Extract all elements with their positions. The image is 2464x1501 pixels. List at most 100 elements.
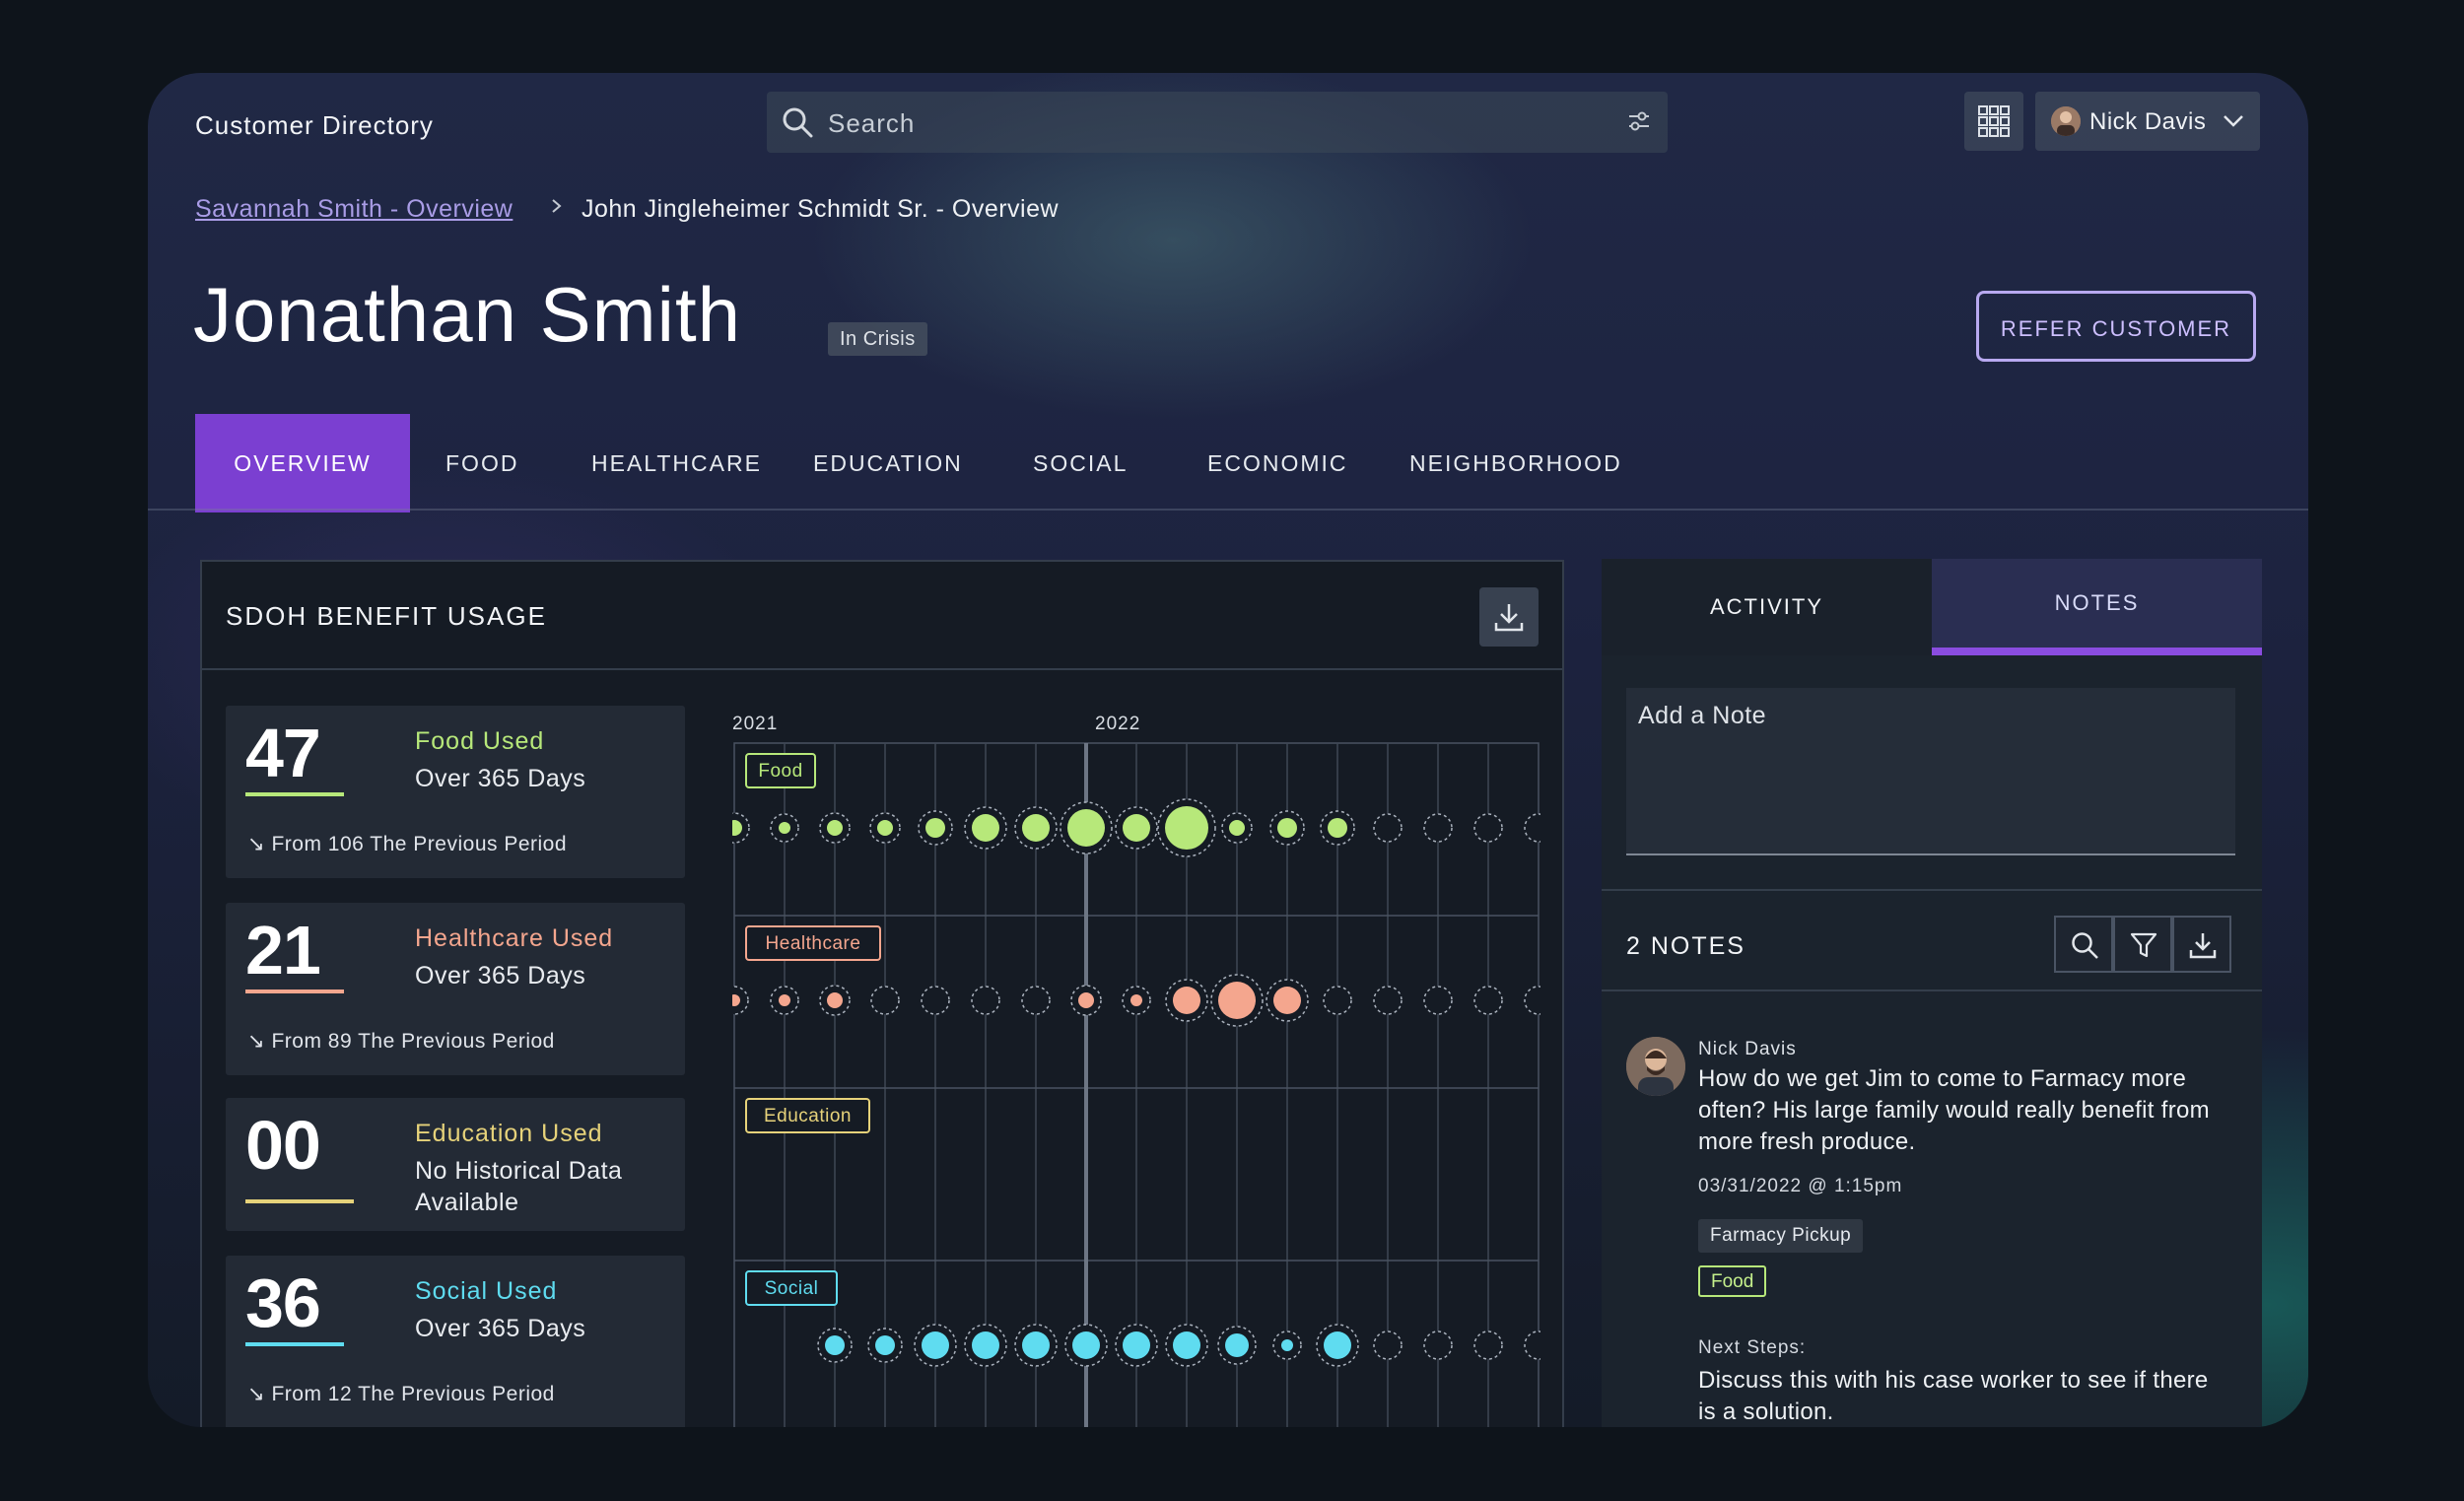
note-timestamp: 03/31/2022 @ 1:15pm xyxy=(1698,1176,1903,1196)
search-notes-button[interactable] xyxy=(2054,916,2113,973)
data-point-ring xyxy=(1524,986,1553,1015)
data-point xyxy=(1277,818,1297,838)
breadcrumb-link[interactable]: Savannah Smith - Overview xyxy=(195,195,513,224)
data-point xyxy=(1072,1331,1100,1359)
filter-sliders-icon[interactable] xyxy=(1626,108,1652,139)
stat-underline xyxy=(245,792,344,796)
download-notes-button[interactable] xyxy=(2172,916,2231,973)
stat-comparison: ↘ From 12 The Previous Period xyxy=(247,1383,555,1405)
filter-funnel-icon xyxy=(2130,932,2157,958)
user-name: Nick Davis xyxy=(2089,108,2207,135)
stat-period: Over 365 Days xyxy=(415,1315,586,1342)
app-title: Customer Directory xyxy=(195,110,434,140)
data-point xyxy=(1130,994,1142,1006)
stat-card-food: 47 Food Used Over 365 Days ↘ From 106 Th… xyxy=(226,706,685,878)
tab-healthcare[interactable]: HEALTHCARE xyxy=(591,414,762,512)
stat-value: 00 xyxy=(245,1107,321,1184)
stat-card-healthcare: 21 Healthcare Used Over 365 Days ↘ From … xyxy=(226,903,685,1075)
stat-label: Social Used xyxy=(415,1277,558,1305)
data-point xyxy=(1078,992,1094,1008)
download-button[interactable] xyxy=(1479,587,1539,647)
data-point xyxy=(972,814,999,842)
data-point-ring xyxy=(1373,1330,1403,1360)
stat-underline xyxy=(245,1199,354,1203)
search-bar[interactable]: Search xyxy=(767,92,1668,153)
download-icon xyxy=(2189,933,2217,959)
breadcrumb-current: John Jingleheimer Schmidt Sr. - Overview xyxy=(582,195,1060,223)
stat-card-education: 00 Education Used No Historical Data Ava… xyxy=(226,1098,685,1231)
stat-underline xyxy=(245,1342,344,1346)
tab-economic[interactable]: ECONOMIC xyxy=(1207,414,1348,512)
data-point xyxy=(1022,814,1050,842)
user-menu-button[interactable]: Nick Davis xyxy=(2035,92,2260,151)
stat-period: No Historical Data Available xyxy=(415,1157,623,1216)
tab-activity[interactable]: ACTIVITY xyxy=(1602,559,1932,655)
notes-count: 2 NOTES xyxy=(1626,932,1745,960)
next-steps-text: Discuss this with his case worker to see… xyxy=(1698,1367,2209,1425)
stat-card-social: 36 Social Used Over 365 Days ↘ From 12 T… xyxy=(226,1256,685,1427)
stat-value: 36 xyxy=(245,1264,321,1341)
data-point-ring xyxy=(1473,986,1503,1015)
data-point-ring xyxy=(1524,1330,1553,1360)
data-point-ring xyxy=(971,986,1000,1015)
apps-grid-icon xyxy=(1978,105,2010,137)
next-steps-label: Next Steps: xyxy=(1698,1337,1807,1358)
x-tick-label: 2022 xyxy=(1095,714,1140,734)
series-label: Healthcare xyxy=(766,933,861,954)
tab-neighborhood[interactable]: NEIGHBORHOOD xyxy=(1409,414,1622,512)
panel-header: SDOH BENEFIT USAGE xyxy=(202,562,1562,670)
data-point-ring xyxy=(1524,813,1553,843)
user-avatar xyxy=(2051,106,2081,136)
tab-food[interactable]: FOOD xyxy=(445,414,518,512)
data-point xyxy=(1218,982,1256,1019)
data-point xyxy=(779,994,790,1006)
data-point xyxy=(1123,814,1150,842)
series-label: Food xyxy=(758,761,802,782)
series-label: Social xyxy=(765,1278,819,1299)
app-window: Customer Directory Search Nick Davis Sav… xyxy=(148,73,2308,1427)
refer-customer-button[interactable]: REFER CUSTOMER xyxy=(1976,291,2256,362)
data-point-ring xyxy=(870,986,900,1015)
data-point-ring xyxy=(1373,813,1403,843)
data-point xyxy=(1281,1339,1293,1351)
data-point xyxy=(875,1335,895,1355)
data-point xyxy=(827,992,843,1008)
benefit-usage-chart: 2021 2022 Food Healthcare Education Social xyxy=(719,694,1553,1427)
note-tag-food[interactable]: Food xyxy=(1698,1265,1767,1297)
data-point-ring xyxy=(1423,1330,1453,1360)
data-point xyxy=(1173,987,1200,1014)
arrow-down-right-icon: ↘ xyxy=(247,1030,266,1053)
data-point xyxy=(972,1331,999,1359)
add-note-field[interactable]: Add a Note xyxy=(1626,688,2235,855)
data-point xyxy=(1229,820,1245,836)
tab-divider xyxy=(148,509,2308,511)
data-point xyxy=(922,1331,949,1359)
note-author-avatar xyxy=(1626,1037,1685,1096)
data-point xyxy=(1067,809,1105,847)
data-point xyxy=(1324,1331,1351,1359)
stat-label: Healthcare Used xyxy=(415,924,614,952)
search-input[interactable]: Search xyxy=(828,108,915,139)
stat-comparison: ↘ From 106 The Previous Period xyxy=(247,833,568,855)
series-label: Education xyxy=(764,1106,852,1126)
data-point-ring xyxy=(921,986,950,1015)
arrow-down-right-icon: ↘ xyxy=(247,1383,266,1405)
tab-education[interactable]: EDUCATION xyxy=(813,414,963,512)
note-tag[interactable]: Farmacy Pickup xyxy=(1698,1219,1864,1253)
tab-social[interactable]: SOCIAL xyxy=(1033,414,1128,512)
chart-canvas: 2021 2022 Food Healthcare Education Social xyxy=(719,714,1553,1427)
note-author: Nick Davis xyxy=(1698,1039,1797,1059)
filter-notes-button[interactable] xyxy=(2113,916,2172,973)
tab-overview[interactable]: OVERVIEW xyxy=(195,414,410,512)
stat-period: Over 365 Days xyxy=(415,962,586,989)
data-point xyxy=(779,822,790,834)
apps-grid-button[interactable] xyxy=(1964,92,2023,151)
data-point-ring xyxy=(1323,986,1352,1015)
breadcrumb-chevron-icon xyxy=(550,195,564,224)
tab-notes[interactable]: NOTES xyxy=(1932,559,2262,655)
data-point xyxy=(825,1335,845,1355)
chevron-down-icon xyxy=(2223,111,2244,136)
data-point-ring xyxy=(1373,986,1403,1015)
stat-value: 47 xyxy=(245,715,321,791)
data-point xyxy=(1022,1331,1050,1359)
